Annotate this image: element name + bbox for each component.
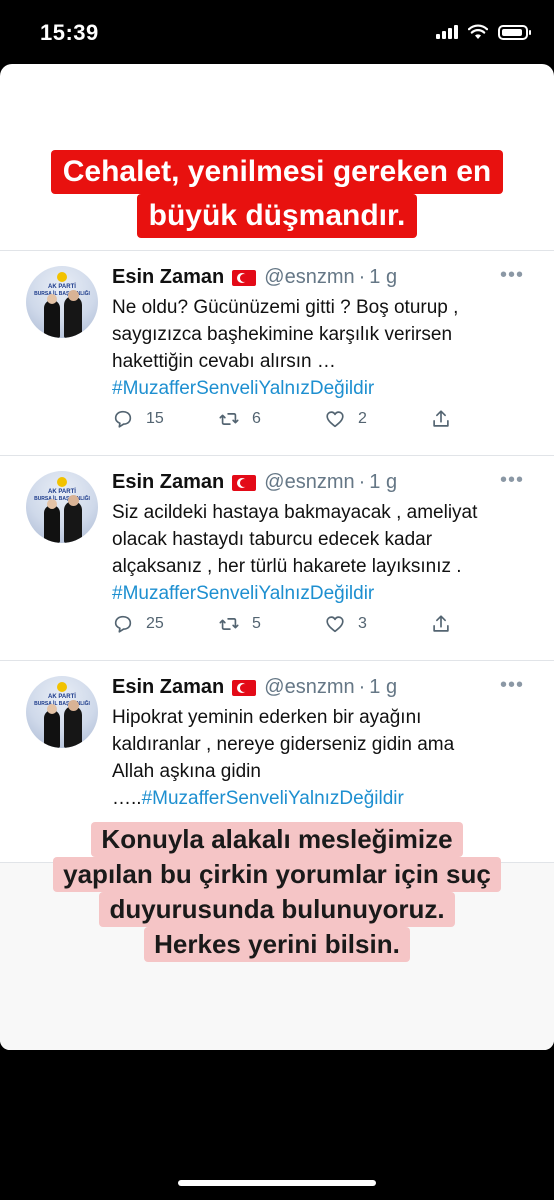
turkish-flag-icon (232, 269, 257, 286)
retweet-button[interactable]: 6 (218, 408, 261, 430)
hashtag-link[interactable]: #MuzafferSenveliYalnızDeğildir (142, 788, 404, 809)
status-time: 15:39 (40, 20, 99, 45)
home-indicator[interactable] (178, 1180, 376, 1186)
hashtag-link[interactable]: #MuzafferSenveliYalnızDeğildir (112, 375, 532, 402)
tweet-age: 1 g (369, 676, 398, 698)
tweet-text: Siz acildeki hastaya bakmayacak , ameliy… (112, 499, 532, 607)
more-icon[interactable]: ••• (500, 264, 524, 287)
tweet-age: 1 g (369, 471, 398, 493)
wifi-icon (468, 24, 488, 39)
author-name[interactable]: Esin Zaman (112, 266, 224, 289)
cellular-signal-icon (436, 25, 458, 39)
tweet-actions: 15 6 2 (112, 408, 472, 436)
tweet-age: 1 g (369, 266, 398, 288)
like-icon (326, 411, 344, 428)
like-button[interactable]: 3 (324, 613, 367, 635)
bottom-caption-line-2: yapılan bu çirkin yorumlar için suç (53, 857, 501, 892)
retweet-icon (219, 618, 239, 630)
top-caption-line-1: Cehalet, yenilmesi gereken en (50, 150, 504, 194)
avatar[interactable]: AK PARTİ BURSA İL BAŞKANLIĞI (26, 266, 98, 338)
reply-icon (114, 615, 132, 633)
turkish-flag-icon (232, 679, 257, 696)
bottom-caption: Konuyla alakalı mesleğimize yapılan bu ç… (0, 822, 554, 962)
reply-icon (114, 410, 132, 428)
retweet-button[interactable]: 5 (218, 613, 261, 635)
share-button[interactable] (430, 613, 452, 635)
tweet-text: Hipokrat yeminin ederken bir ayağını kal… (112, 707, 455, 809)
tweet-text: Ne oldu? Gücünüzemi gitti ? Boş oturup ,… (112, 294, 532, 402)
tweet-header: Esin Zaman @esnzmn · 1 g (112, 266, 398, 289)
bottom-caption-line-3: duyurusunda bulunuyoruz. (99, 892, 455, 927)
top-caption-line-2: büyük düşmandır. (136, 194, 418, 238)
reply-button[interactable]: 25 (112, 613, 164, 635)
retweet-icon (219, 413, 239, 425)
avatar[interactable]: AK PARTİ BURSA İL BAŞKANLIĞI (26, 676, 98, 748)
status-bar: 15:39 (0, 0, 554, 66)
more-icon[interactable]: ••• (500, 469, 524, 492)
author-handle[interactable]: @esnzmn (264, 471, 354, 494)
reply-button[interactable]: 15 (112, 408, 164, 430)
more-icon[interactable]: ••• (500, 674, 524, 697)
tweet-header: Esin Zaman @esnzmn · 1 g (112, 471, 398, 494)
avatar[interactable]: AK PARTİ BURSA İL BAŞKANLIĞI (26, 471, 98, 543)
status-icons (436, 24, 531, 40)
share-icon (433, 615, 449, 632)
tweet[interactable]: AK PARTİ BURSA İL BAŞKANLIĞI Esin Zaman … (0, 250, 554, 455)
author-name[interactable]: Esin Zaman (112, 471, 224, 494)
battery-icon (498, 24, 531, 40)
tweet-actions: 25 5 3 (112, 613, 472, 641)
like-icon (326, 616, 344, 633)
bottom-caption-line-1: Konuyla alakalı mesleğimize (91, 822, 463, 857)
tweet[interactable]: AK PARTİ BURSA İL BAŞKANLIĞI Esin Zaman … (0, 455, 554, 660)
bottom-caption-line-4: Herkes yerini bilsin. (144, 927, 410, 962)
top-caption: Cehalet, yenilmesi gereken en büyük düşm… (0, 150, 554, 238)
author-handle[interactable]: @esnzmn (264, 676, 354, 699)
like-button[interactable]: 2 (324, 408, 367, 430)
share-button[interactable] (430, 408, 452, 430)
author-name[interactable]: Esin Zaman (112, 676, 224, 699)
tweet-header: Esin Zaman @esnzmn · 1 g (112, 676, 398, 699)
hashtag-link[interactable]: #MuzafferSenveliYalnızDeğildir (112, 580, 532, 607)
author-handle[interactable]: @esnzmn (264, 266, 354, 289)
turkish-flag-icon (232, 474, 257, 491)
share-icon (433, 410, 449, 427)
